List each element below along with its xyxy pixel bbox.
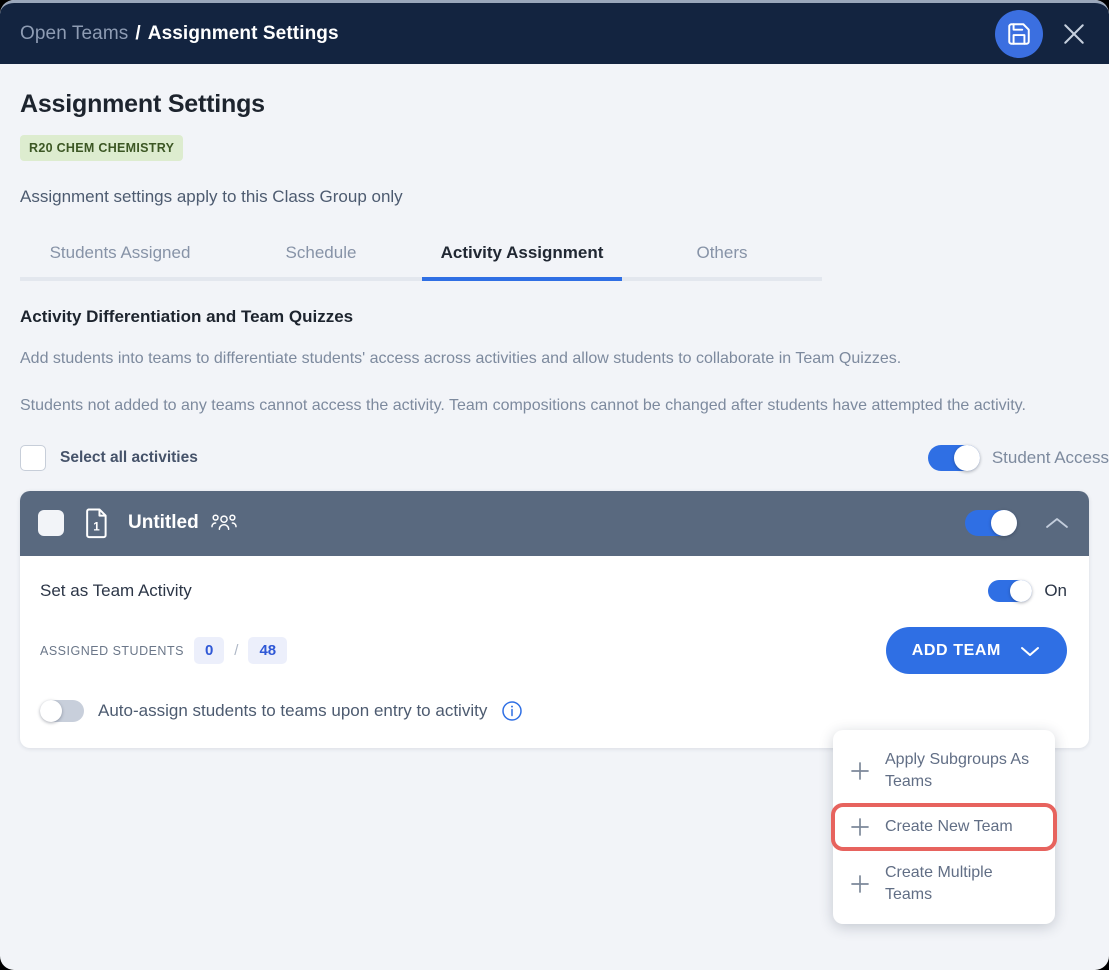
set-team-activity-row: Set as Team Activity On [40, 576, 1067, 606]
plus-icon [849, 760, 871, 782]
add-team-button[interactable]: ADD TEAM [885, 627, 1067, 675]
titlebar-actions [995, 9, 1091, 58]
breadcrumb-current: Assignment Settings [147, 22, 339, 44]
menu-item-apply-subgroups-as-teams[interactable]: Apply Subgroups As Teams [833, 738, 1055, 803]
set-team-activity-toggle[interactable] [988, 579, 1033, 602]
student-access-control: Student Access [927, 444, 1109, 471]
tab-schedule[interactable]: Schedule [220, 243, 422, 281]
activity-enabled-toggle[interactable] [965, 510, 1017, 537]
activity-header-controls [965, 510, 1071, 537]
close-icon [1064, 23, 1084, 44]
select-all-label: Select all activities [60, 448, 198, 466]
assigned-students-row: ASSIGNED STUDENTS 0 / 48 ADD TEAM [40, 627, 1067, 675]
add-team-dropdown-menu: Apply Subgroups As Teams Create New Team… [831, 730, 1057, 925]
set-team-activity-state: On [1044, 580, 1067, 600]
toggle-knob [40, 699, 62, 722]
activity-card-header: 1 Untitled [20, 490, 1089, 556]
collapse-activity-button[interactable] [1043, 514, 1071, 532]
breadcrumb-separator: / [135, 22, 141, 44]
activity-card: 1 Untitled Set as Team Activity On ASSIG… [20, 490, 1089, 748]
section-paragraph-2: Students not added to any teams cannot a… [20, 396, 1026, 414]
svg-text:1: 1 [93, 520, 100, 533]
chevron-down-icon [1021, 646, 1039, 656]
save-button[interactable] [995, 9, 1043, 58]
modal-titlebar: Open Teams / Assignment Settings [0, 0, 1109, 64]
set-team-activity-label: Set as Team Activity [40, 580, 192, 600]
page-subtitle: Assignment settings apply to this Class … [20, 187, 403, 206]
plus-icon [849, 873, 871, 895]
auto-assign-row: Auto-assign students to teams upon entry… [40, 699, 1067, 722]
toggle-knob [991, 510, 1017, 537]
select-all-checkbox[interactable] [20, 444, 46, 471]
modal-body: Assignment Settings R20 CHEM CHEMISTRY A… [0, 64, 1109, 748]
section-paragraph-1: Add students into teams to differentiate… [20, 350, 902, 367]
menu-item-label: Create Multiple Teams [885, 864, 993, 903]
select-all-row: Select all activities Student Access [20, 441, 1109, 475]
toggle-knob [953, 444, 980, 471]
menu-item-label: Create New Team [885, 818, 1013, 836]
breadcrumb-parent[interactable]: Open Teams [20, 23, 128, 45]
tab-students-assigned[interactable]: Students Assigned [20, 243, 220, 281]
menu-item-create-new-team[interactable]: Create New Team [831, 803, 1057, 852]
activity-card-body: Set as Team Activity On ASSIGNED STUDENT… [20, 556, 1089, 748]
info-circle-icon[interactable] [501, 700, 523, 722]
toggle-knob [1010, 579, 1033, 602]
assigned-count-badge: 0 [193, 637, 225, 665]
close-button[interactable] [1057, 17, 1091, 51]
activity-title: Untitled [128, 512, 199, 534]
chevron-up-icon [1046, 518, 1068, 528]
team-people-icon [210, 513, 237, 533]
settings-tabs: Students Assigned Schedule Activity Assi… [20, 243, 822, 281]
assigned-students-label: ASSIGNED STUDENTS [40, 643, 184, 658]
plus-icon [849, 816, 871, 838]
auto-assign-label: Auto-assign students to teams upon entry… [98, 700, 488, 720]
section-title: Activity Differentiation and Team Quizze… [20, 307, 354, 326]
menu-item-label: Apply Subgroups As Teams [885, 751, 1030, 790]
add-team-label: ADD TEAM [911, 641, 1001, 659]
set-team-activity-control: On [988, 579, 1067, 602]
class-badge: R20 CHEM CHEMISTRY [20, 135, 184, 161]
menu-item-create-multiple-teams[interactable]: Create Multiple Teams [833, 851, 1055, 916]
tab-activity-assignment[interactable]: Activity Assignment [422, 243, 622, 281]
page-title: Assignment Settings [20, 90, 265, 118]
save-floppy-icon [1008, 22, 1030, 45]
assigned-total-badge: 48 [248, 637, 288, 665]
assignment-settings-modal: Open Teams / Assignment Settings Assignm… [0, 0, 1109, 970]
student-access-label: Student Access [991, 447, 1109, 467]
student-access-toggle[interactable] [927, 444, 980, 471]
activity-select-checkbox[interactable] [38, 510, 64, 537]
tab-others[interactable]: Others [622, 243, 822, 281]
auto-assign-toggle[interactable] [40, 699, 84, 722]
document-number-icon: 1 [82, 507, 112, 539]
assigned-separator: / [234, 642, 239, 660]
breadcrumb: Open Teams / Assignment Settings [20, 23, 339, 45]
